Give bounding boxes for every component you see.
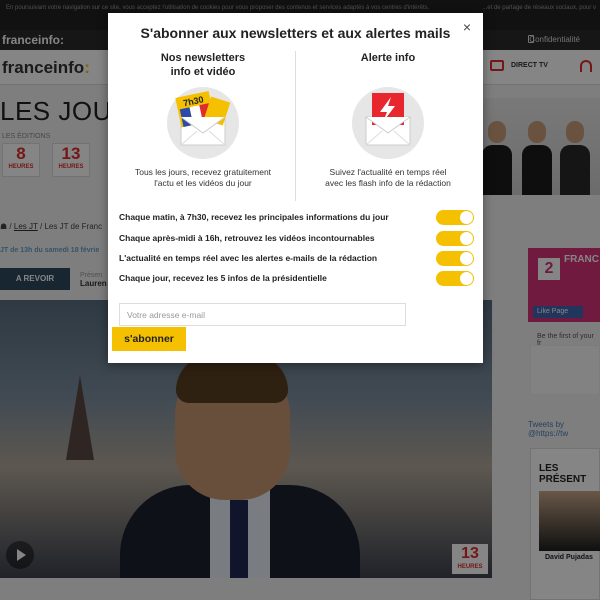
modal-title: S'abonner aux newsletters et aux alertes… [140, 25, 451, 41]
alert-text-line1: Suivez l'actualité en temps réel [329, 167, 447, 177]
close-button[interactable]: × [460, 20, 474, 34]
option-label: Chaque matin, à 7h30, recevez les princi… [119, 212, 389, 222]
option-toggle[interactable] [436, 271, 474, 286]
newsletters-text-line1: Tous les jours, recevez gratuitement [134, 167, 272, 177]
option-row-morning: Chaque matin, à 7h30, recevez les princi… [119, 210, 474, 225]
newsletter-modal: S'abonner aux newsletters et aux alertes… [108, 13, 483, 363]
newsletter-envelope-icon: 7h30 [167, 87, 239, 159]
column-divider [295, 51, 296, 201]
option-toggle[interactable] [436, 251, 474, 266]
option-label: Chaque jour, recevez les 5 infos de la p… [119, 273, 327, 283]
option-row-afternoon: Chaque après-midi à 16h, retrouvez les v… [119, 231, 474, 246]
subscribe-button[interactable]: s'abonner [112, 327, 186, 351]
newsletters-title-line2: info et vidéo [170, 66, 236, 78]
newsletters-text-line2: l'actu et les vidéos du jour [154, 178, 252, 188]
option-label: Chaque après-midi à 16h, retrouvez les v… [119, 233, 375, 243]
option-row-presidential: Chaque jour, recevez les 5 infos de la p… [119, 271, 474, 286]
option-toggle[interactable] [436, 231, 474, 246]
lightning-envelope-icon [365, 93, 411, 146]
email-field[interactable] [119, 303, 406, 326]
alert-text-line2: avec les flash info de la rédaction [325, 178, 451, 188]
alert-envelope-icon [352, 87, 424, 159]
alert-description: Suivez l'actualité en temps réel avec le… [303, 167, 473, 189]
option-row-alerts: L'actualité en temps réel avec les alert… [119, 251, 474, 266]
newsletters-title-line1: Nos newsletters [160, 52, 246, 64]
alert-column: Alerte info Suivez l'actualité en temps … [303, 51, 473, 189]
newsletters-description: Tous les jours, recevez gratuitement l'a… [118, 167, 288, 189]
option-toggle[interactable] [436, 210, 474, 225]
newsletters-column: Nos newsletters info et vidéo 7h30 Tous … [118, 51, 288, 189]
alert-title: Alerte info [360, 52, 416, 64]
option-label: L'actualité en temps réel avec les alert… [119, 253, 378, 263]
newsletters-title: Nos newsletters info et vidéo [118, 51, 288, 79]
envelope-flag-icon: 7h30 [175, 90, 231, 146]
